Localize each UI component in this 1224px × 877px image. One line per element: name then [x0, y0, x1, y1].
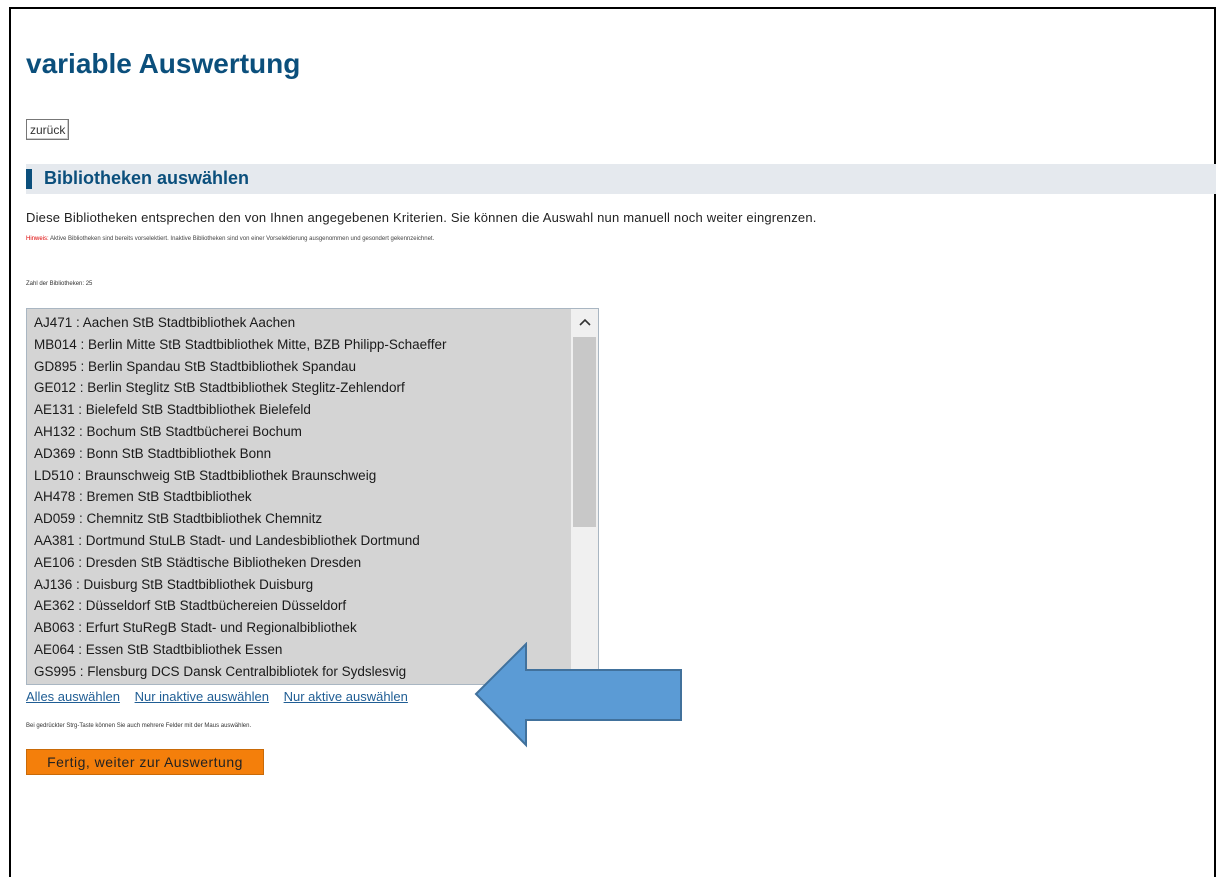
- intro-text: Diese Bibliotheken entsprechen den von I…: [26, 210, 817, 225]
- library-option[interactable]: AA381 : Dortmund StuLB Stadt- und Landes…: [34, 530, 598, 552]
- library-option[interactable]: AJ471 : Aachen StB Stadtbibliothek Aache…: [34, 312, 598, 334]
- annotation-arrow-icon: [474, 642, 682, 748]
- library-option[interactable]: AE106 : Dresden StB Städtische Bibliothe…: [34, 552, 598, 574]
- library-options[interactable]: AJ471 : Aachen StB Stadtbibliothek Aache…: [27, 309, 598, 683]
- section-title: Bibliotheken auswählen: [44, 168, 250, 188]
- library-option[interactable]: AE362 : Düsseldorf StB Stadtbüchereien D…: [34, 595, 598, 617]
- continue-button[interactable]: Fertig, weiter zur Auswertung: [26, 749, 264, 775]
- hint-body: Aktive Bibliotheken sind bereits vorsele…: [48, 236, 435, 242]
- select-active-link[interactable]: Nur aktive auswählen: [284, 689, 408, 704]
- library-option[interactable]: AE131 : Bielefeld StB Stadtbibliothek Bi…: [34, 399, 598, 421]
- library-option[interactable]: AH478 : Bremen StB Stadtbibliothek: [34, 486, 598, 508]
- scroll-up-icon[interactable]: [571, 309, 598, 335]
- library-option[interactable]: AH132 : Bochum StB Stadtbücherei Bochum: [34, 421, 598, 443]
- library-option[interactable]: GE012 : Berlin Steglitz StB Stadtbibliot…: [34, 377, 598, 399]
- back-button[interactable]: zurück: [26, 119, 70, 140]
- selection-links: Alles auswählen Nur inaktive auswählen N…: [26, 689, 419, 704]
- library-option[interactable]: AJ136 : Duisburg StB Stadtbibliothek Dui…: [34, 574, 598, 596]
- page-title: variable Auswertung: [26, 48, 301, 79]
- library-option[interactable]: AD059 : Chemnitz StB Stadtbibliothek Che…: [34, 508, 598, 530]
- library-option[interactable]: AD369 : Bonn StB Stadtbibliothek Bonn: [34, 443, 598, 465]
- section-accent: [26, 169, 32, 189]
- select-inactive-link[interactable]: Nur inaktive auswählen: [135, 689, 269, 704]
- section-header: Bibliotheken auswählen: [26, 164, 1216, 194]
- library-count: Zahl der Bibliotheken: 25: [26, 281, 93, 287]
- scroll-thumb[interactable]: [573, 337, 596, 527]
- library-option[interactable]: AB063 : Erfurt StuRegB Stadt- und Region…: [34, 617, 598, 639]
- listbox-scrollbar[interactable]: [571, 309, 598, 684]
- library-option[interactable]: GD895 : Berlin Spandau StB Stadtbiblioth…: [34, 356, 598, 378]
- select-all-link[interactable]: Alles auswählen: [26, 689, 120, 704]
- hint-label: Hinweis:: [26, 236, 49, 242]
- hint-text: Hinweis: Aktive Bibliotheken sind bereit…: [26, 236, 434, 242]
- library-listbox[interactable]: AJ471 : Aachen StB Stadtbibliothek Aache…: [26, 308, 599, 685]
- multi-select-note: Bei gedrückter Strg-Taste können Sie auc…: [26, 723, 252, 729]
- library-option[interactable]: LD510 : Braunschweig StB Stadtbibliothek…: [34, 465, 598, 487]
- library-option[interactable]: MB014 : Berlin Mitte StB Stadtbibliothek…: [34, 334, 598, 356]
